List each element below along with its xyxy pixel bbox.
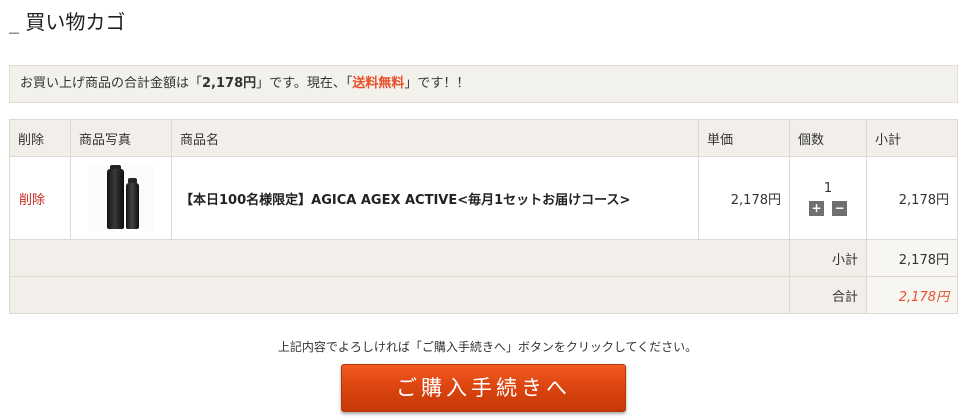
header-photo: 商品写真 xyxy=(70,119,172,157)
cart-item-row: 削除 【本日100名様限定】AGICA AGEX ACTIVE<毎月1セットお届… xyxy=(9,156,958,240)
subtotal-value: 2,178円 xyxy=(866,239,958,277)
header-quantity: 個数 xyxy=(789,119,867,157)
product-photo-cell xyxy=(70,156,172,240)
header-delete: 削除 xyxy=(9,119,71,157)
quantity-plus-button[interactable]: + xyxy=(809,200,824,216)
product-name[interactable]: 【本日100名様限定】AGICA AGEX ACTIVE<毎月1セットお届けコー… xyxy=(171,156,699,240)
free-shipping-label: 送料無料 xyxy=(352,76,405,91)
total-spacer xyxy=(9,276,790,314)
header-subtotal: 小計 xyxy=(866,119,958,157)
page-title: _ 買い物カゴ xyxy=(9,10,126,34)
delete-cell: 削除 xyxy=(9,156,71,240)
notice-prefix: お買い上げ商品の合計金額は「 xyxy=(20,76,203,91)
delete-item-link[interactable]: 削除 xyxy=(11,193,45,208)
total-row: 合計 2,178円 xyxy=(9,276,958,314)
quantity-value: 1 xyxy=(823,180,833,196)
header-unit-price: 単価 xyxy=(698,119,790,157)
quantity-minus-button[interactable]: − xyxy=(832,200,847,216)
unit-price: 2,178円 xyxy=(698,156,790,240)
notice-suffix: 」です！！ xyxy=(404,76,470,91)
header-product-name: 商品名 xyxy=(171,119,699,157)
subtotal-row: 小計 2,178円 xyxy=(9,239,958,277)
subtotal-spacer xyxy=(9,239,790,277)
quantity-cell: 1 + − xyxy=(789,156,867,240)
proceed-to-checkout-button[interactable]: ご購入手続きへ xyxy=(341,364,626,412)
subtotal-label: 小計 xyxy=(789,239,867,277)
total-value: 2,178円 xyxy=(866,276,958,314)
cart-total-notice: お買い上げ商品の合計金額は「2,178円」です。現在、「送料無料」です！！ xyxy=(9,65,958,103)
item-subtotal: 2,178円 xyxy=(866,156,958,240)
product-image[interactable] xyxy=(88,165,154,231)
cart-header-row: 削除 商品写真 商品名 単価 個数 小計 xyxy=(9,119,958,157)
bottle-small xyxy=(126,183,139,229)
bottle-large xyxy=(107,169,124,229)
notice-amount: 2,178円 xyxy=(202,76,257,91)
cart-table: 削除 商品写真 商品名 単価 個数 小計 削除 【本日100名様限定】AGICA… xyxy=(9,119,958,314)
notice-middle: 」です。現在、「 xyxy=(256,76,353,91)
checkout-instruction: 上記内容でよろしければ「ご購入手続きへ」ボタンをクリックしてください。 xyxy=(277,340,698,354)
total-label: 合計 xyxy=(789,276,867,314)
